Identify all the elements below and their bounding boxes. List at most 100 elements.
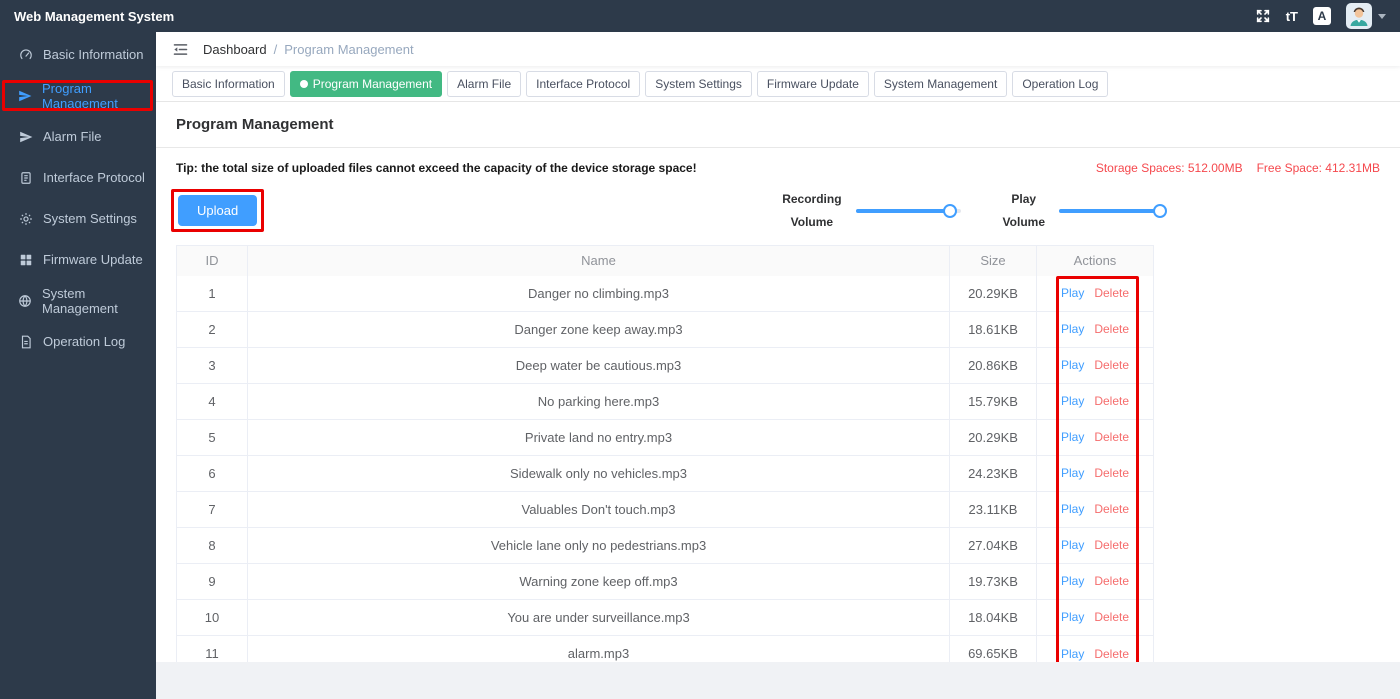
delete-link[interactable]: Delete xyxy=(1094,358,1129,372)
delete-link[interactable]: Delete xyxy=(1094,286,1129,300)
row-actions: Play Delete xyxy=(1037,384,1153,419)
tab-system-management[interactable]: System Management xyxy=(873,71,1008,97)
play-link[interactable]: Play xyxy=(1061,610,1084,624)
delete-link[interactable]: Delete xyxy=(1094,466,1129,480)
play-volume-label-line2: Volume xyxy=(1002,214,1045,229)
row-actions: Play Delete xyxy=(1037,528,1153,563)
row-actions: Play Delete xyxy=(1037,636,1153,662)
sidebar-item-system-management[interactable]: System Management xyxy=(0,280,156,321)
paper-plane-icon xyxy=(18,130,33,144)
slider-thumb[interactable] xyxy=(943,203,958,218)
row-actions: Play Delete xyxy=(1037,312,1153,347)
sidebar-item-alarm-file[interactable]: Alarm File xyxy=(0,116,156,157)
row-name: Warning zone keep off.mp3 xyxy=(248,563,950,599)
breadcrumb-dashboard[interactable]: Dashboard xyxy=(203,42,267,57)
content-panel: Program Management Tip: the total size o… xyxy=(156,102,1400,662)
row-size: 20.86KB xyxy=(950,347,1037,383)
tab-interface-protocol[interactable]: Interface Protocol xyxy=(526,71,641,97)
tab-program-management[interactable]: Program Management xyxy=(289,71,443,97)
sidebar-item-label: Basic Information xyxy=(43,47,144,62)
sidebar-toggle-icon[interactable] xyxy=(172,41,189,58)
page-title: Program Management xyxy=(156,110,1400,148)
sidebar-item-basic-information[interactable]: Basic Information xyxy=(0,34,156,75)
row-size: 24.23KB xyxy=(950,455,1037,491)
recording-volume-label-line1: Recording xyxy=(782,192,842,206)
row-size: 18.04KB xyxy=(950,599,1037,635)
row-name: alarm.mp3 xyxy=(248,635,950,662)
language-icon[interactable]: A xyxy=(1313,7,1331,25)
play-link[interactable]: Play xyxy=(1061,358,1084,372)
play-link[interactable]: Play xyxy=(1061,394,1084,408)
avatar[interactable] xyxy=(1346,3,1372,29)
header-id: ID xyxy=(177,245,248,276)
play-link[interactable]: Play xyxy=(1061,286,1084,300)
delete-link[interactable]: Delete xyxy=(1094,430,1129,444)
slider-fill xyxy=(855,208,951,213)
tab-system-settings[interactable]: System Settings xyxy=(645,71,752,97)
row-size: 19.73KB xyxy=(950,563,1037,599)
sidebar-item-interface-protocol[interactable]: Interface Protocol xyxy=(0,157,156,198)
sidebar-item-system-settings[interactable]: System Settings xyxy=(0,198,156,239)
row-size: 20.29KB xyxy=(950,419,1037,455)
tabs-bar: Basic Information Program Management Alarm… xyxy=(156,66,1400,102)
row-name: Private land no entry.mp3 xyxy=(248,419,950,455)
table-row: 5 Private land no entry.mp3 20.29KB Play… xyxy=(177,419,1153,456)
delete-link[interactable]: Delete xyxy=(1094,502,1129,516)
delete-link[interactable]: Delete xyxy=(1094,647,1129,661)
tab-label: Basic Information xyxy=(182,77,275,91)
play-link[interactable]: Play xyxy=(1061,502,1084,516)
volume-sliders: Recording Volume Play Volume xyxy=(782,188,1167,234)
fullscreen-icon[interactable] xyxy=(1255,8,1271,24)
row-id: 10 xyxy=(177,599,248,635)
sidebar-item-label: System Settings xyxy=(43,211,137,226)
chevron-down-icon[interactable] xyxy=(1378,13,1386,19)
delete-link[interactable]: Delete xyxy=(1094,322,1129,336)
row-size: 20.29KB xyxy=(950,275,1037,311)
tab-label: Interface Protocol xyxy=(536,77,631,91)
slider-thumb[interactable] xyxy=(1152,203,1167,218)
file-table: ID Name Size Actions 1 Danger no climbin… xyxy=(176,244,1154,662)
table-row: 6 Sidewalk only no vehicles.mp3 24.23KB … xyxy=(177,455,1153,492)
row-actions: Play Delete xyxy=(1037,492,1153,527)
tab-label: Program Management xyxy=(312,77,433,91)
tip-row: Tip: the total size of uploaded files ca… xyxy=(176,161,1380,175)
tab-alarm-file[interactable]: Alarm File xyxy=(447,71,522,97)
sidebar-item-label: Program Management xyxy=(42,80,118,111)
play-link[interactable]: Play xyxy=(1061,538,1084,552)
recording-volume-label-line2: Volume xyxy=(790,214,834,229)
delete-link[interactable]: Delete xyxy=(1094,610,1129,624)
tab-operation-log[interactable]: Operation Log xyxy=(1012,71,1109,97)
sidebar-item-label: Alarm File xyxy=(43,129,102,144)
play-link[interactable]: Play xyxy=(1061,574,1084,588)
play-link[interactable]: Play xyxy=(1061,466,1084,480)
row-name: Danger zone keep away.mp3 xyxy=(248,311,950,347)
play-link[interactable]: Play xyxy=(1061,430,1084,444)
row-size: 23.11KB xyxy=(950,491,1037,527)
tab-basic-information[interactable]: Basic Information xyxy=(172,71,285,97)
main-area: Dashboard / Program Management Basic Inf… xyxy=(156,32,1400,699)
sidebar-item-firmware-update[interactable]: Firmware Update xyxy=(0,239,156,280)
breadcrumb-bar: Dashboard / Program Management xyxy=(156,32,1400,66)
active-tab-dot xyxy=(299,80,308,88)
font-size-icon[interactable]: tT xyxy=(1286,9,1298,24)
row-name: Sidewalk only no vehicles.mp3 xyxy=(248,455,950,491)
delete-link[interactable]: Delete xyxy=(1094,538,1129,552)
table-row: 8 Vehicle lane only no pedestrians.mp3 2… xyxy=(177,527,1153,564)
user-menu[interactable] xyxy=(1346,3,1386,29)
sidebar-item-program-management[interactable]: Program Management xyxy=(0,75,156,116)
tab-firmware-update[interactable]: Firmware Update xyxy=(756,71,869,97)
topbar-actions: tT A xyxy=(1255,3,1386,29)
row-id: 6 xyxy=(177,455,248,491)
row-actions: Play Delete xyxy=(1037,276,1153,311)
play-link[interactable]: Play xyxy=(1061,647,1084,661)
play-link[interactable]: Play xyxy=(1061,322,1084,336)
tab-label: System Settings xyxy=(655,77,742,91)
sidebar-item-operation-log[interactable]: Operation Log xyxy=(0,321,156,362)
delete-link[interactable]: Delete xyxy=(1094,574,1129,588)
recording-volume-slider[interactable] xyxy=(855,203,961,218)
gear-icon xyxy=(18,212,33,226)
delete-link[interactable]: Delete xyxy=(1094,394,1129,408)
play-volume-slider[interactable] xyxy=(1059,203,1167,218)
topbar: Web Management System tT A xyxy=(0,0,1400,32)
upload-button[interactable]: Upload xyxy=(178,195,258,227)
